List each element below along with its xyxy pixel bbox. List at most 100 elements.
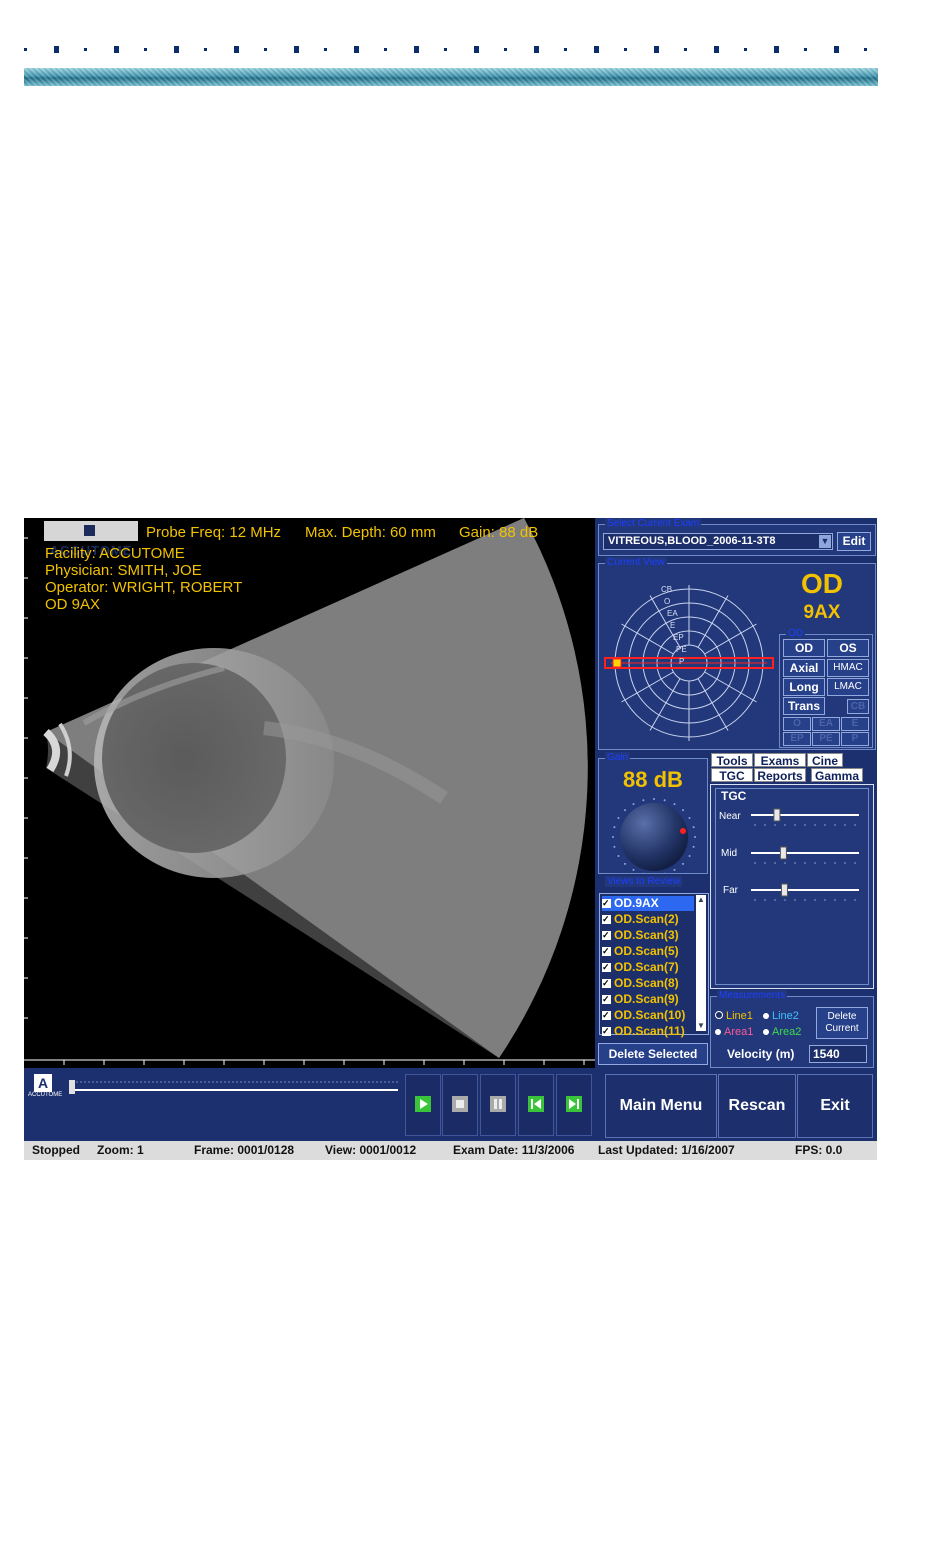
gain-knob[interactable] (607, 793, 701, 873)
list-scrollbar[interactable]: ▲ ▼ (696, 895, 706, 1031)
play-button[interactable] (405, 1074, 441, 1136)
velocity-input[interactable]: 1540 (809, 1045, 867, 1063)
list-item[interactable]: OD.Scan(10) (602, 1008, 694, 1023)
list-item[interactable]: OD.Scan(9) (602, 992, 694, 1007)
rescan-button[interactable]: Rescan (718, 1074, 796, 1138)
trans-button[interactable]: Trans (783, 697, 825, 715)
views-list: ▲ ▼ OD.9AX OD.Scan(2) OD.Scan(3) OD.Scan(5)… (599, 893, 709, 1039)
tab-gamma[interactable]: Gamma (811, 768, 863, 783)
eye-clock-diagram[interactable]: CB O EA E EP PE P (603, 572, 775, 744)
line1-radio[interactable]: Line1 (715, 1010, 753, 1022)
checkbox-icon[interactable] (602, 912, 611, 927)
tgc-tick (774, 899, 776, 901)
list-item[interactable]: OD.Scan(3) (602, 928, 694, 943)
header-dot (654, 46, 659, 53)
line2-radio[interactable]: Line2 (763, 1010, 799, 1022)
tgc-mid-thumb[interactable] (779, 846, 787, 860)
pe-button[interactable]: PE (812, 732, 840, 746)
stop-button[interactable] (442, 1074, 478, 1136)
panel-title: Views to Review (605, 876, 683, 887)
checkbox-icon[interactable] (602, 1024, 611, 1039)
hmac-button[interactable]: HMAC (827, 659, 869, 677)
delete-selected-button[interactable]: Delete Selected (598, 1043, 708, 1065)
checkbox-icon[interactable] (602, 928, 611, 943)
ep-button[interactable]: EP (783, 732, 811, 746)
checkbox-icon[interactable] (602, 1008, 611, 1023)
tgc-tick (774, 824, 776, 826)
chevron-down-icon[interactable]: ▼ (819, 535, 831, 548)
scroll-down-icon[interactable]: ▼ (696, 1021, 706, 1031)
cb-button[interactable]: CB (847, 699, 869, 714)
od-button[interactable]: OD (783, 639, 825, 657)
tgc-near-thumb[interactable] (773, 808, 781, 822)
tab-tgc[interactable]: TGC (711, 768, 753, 783)
accutome-logo: ACCUTOME (44, 521, 138, 558)
panel-title: Measurements (717, 990, 788, 1001)
tgc-tick (804, 824, 806, 826)
tgc-tick (784, 899, 786, 901)
header-dot (54, 46, 59, 53)
status-zoom: Zoom: 1 (97, 1143, 144, 1157)
lmac-button[interactable]: LMAC (827, 678, 869, 696)
tgc-tick (754, 899, 756, 901)
main-menu-button[interactable]: Main Menu (605, 1074, 717, 1138)
header-dot (204, 48, 207, 51)
list-item[interactable]: OD.Scan(11) (602, 1024, 694, 1039)
list-item[interactable]: OD.Scan(7) (602, 960, 694, 975)
tgc-tick (854, 824, 856, 826)
tab-reports[interactable]: Reports (754, 768, 806, 783)
exit-button[interactable]: Exit (797, 1074, 873, 1138)
status-exam-date: Exam Date: 11/3/2006 (453, 1143, 575, 1157)
diagram-label: EP (673, 633, 684, 642)
header-bar (24, 68, 878, 86)
checkbox-icon[interactable] (602, 944, 611, 959)
status-view: View: 0001/0012 (325, 1143, 417, 1157)
exam-select[interactable]: VITREOUS,BLOOD_2006-11-3T8 ▼ (603, 533, 833, 550)
tgc-tick (834, 824, 836, 826)
list-item[interactable]: OD.Scan(2) (602, 912, 694, 927)
checkbox-icon[interactable] (602, 976, 611, 991)
tab-exams[interactable]: Exams (754, 753, 806, 768)
edit-exam-button[interactable]: Edit (837, 532, 871, 551)
list-item[interactable]: OD.9AX (602, 896, 694, 911)
tgc-sliders (751, 808, 859, 901)
checkbox-icon[interactable] (602, 992, 611, 1007)
tgc-tick (814, 899, 816, 901)
step-back-button[interactable] (518, 1074, 554, 1136)
tab-cine[interactable]: Cine (807, 753, 843, 768)
area2-label: Area2 (772, 1026, 802, 1038)
list-item-label: OD.Scan(11) (614, 1024, 685, 1038)
step-forward-button[interactable] (556, 1074, 592, 1136)
tgc-tick (784, 824, 786, 826)
area1-label: Area1 (724, 1026, 754, 1038)
os-button[interactable]: OS (827, 639, 869, 657)
panel-title: Gain (605, 752, 631, 763)
tab-tools[interactable]: Tools (711, 753, 753, 768)
e-button[interactable]: E (841, 717, 869, 731)
app-window: ACCUTOME Probe Freq: 12 MHz Max. Depth: … (24, 518, 877, 1160)
long-button[interactable]: Long (783, 678, 825, 696)
p-button[interactable]: P (841, 732, 869, 746)
list-item[interactable]: OD.Scan(5) (602, 944, 694, 959)
cine-scrubber[interactable] (68, 1074, 402, 1098)
mid-label: Mid (721, 848, 738, 859)
pause-button[interactable] (480, 1074, 516, 1136)
header-dot (234, 46, 239, 53)
line2-label: Line2 (772, 1010, 799, 1022)
scroll-up-icon[interactable]: ▲ (696, 895, 706, 905)
checkbox-icon[interactable] (602, 960, 611, 975)
axial-button[interactable]: Axial (783, 659, 825, 677)
tgc-tick (794, 824, 796, 826)
tgc-title: TGC (721, 789, 747, 803)
delete-current-button[interactable]: Delete Current (816, 1007, 868, 1039)
tgc-far-thumb[interactable] (780, 883, 788, 897)
area1-radio[interactable]: Area1 (715, 1026, 753, 1038)
header-dot (144, 48, 147, 51)
checkbox-icon[interactable] (602, 896, 611, 911)
o-button[interactable]: O (783, 717, 811, 731)
tgc-tick (844, 899, 846, 901)
area2-radio[interactable]: Area2 (763, 1026, 801, 1038)
ea-button[interactable]: EA (812, 717, 840, 731)
list-item[interactable]: OD.Scan(8) (602, 976, 694, 991)
tgc-tick (814, 862, 816, 864)
